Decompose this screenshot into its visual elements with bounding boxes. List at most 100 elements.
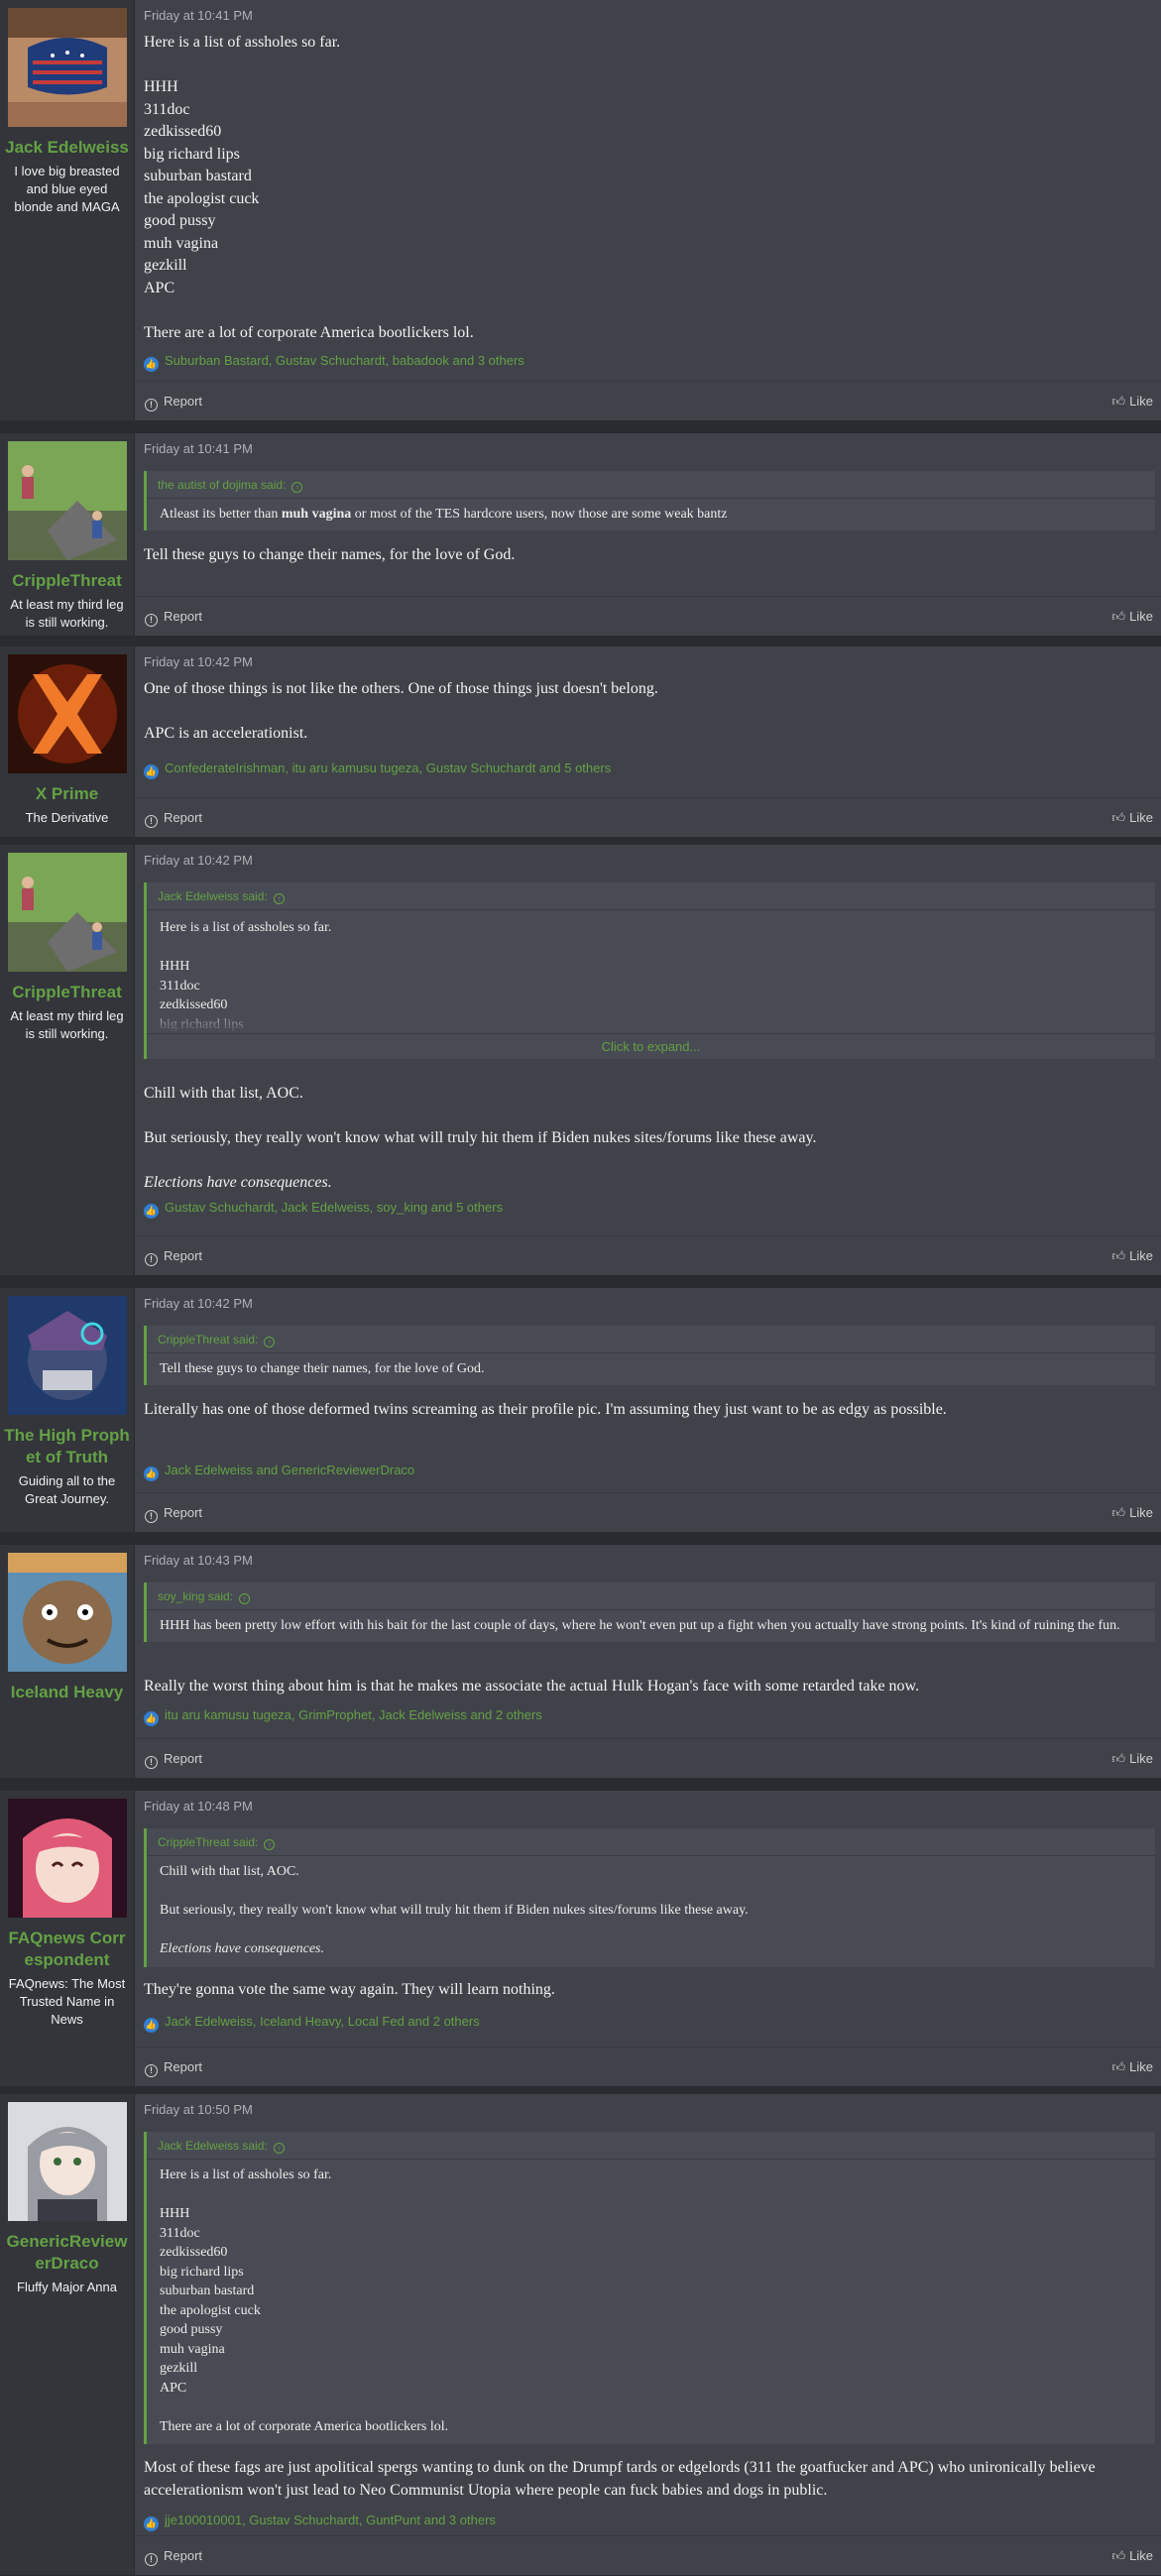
- content-line: muh vagina: [144, 234, 219, 252]
- avatar[interactable]: [7, 2102, 127, 2221]
- content-line: suburban bastard: [160, 2283, 255, 2298]
- content-line: There are a lot of corporate America boo…: [160, 2418, 449, 2434]
- post-date[interactable]: Friday at 10:48 PM: [144, 1799, 253, 1814]
- post: FAQnews Correspondent FAQnews: The Most …: [0, 1791, 1161, 2087]
- content-line: HHH: [160, 2206, 190, 2221]
- content-line: gezkill: [160, 2361, 198, 2376]
- post-main: Friday at 10:41 PM Here is a list of ass…: [135, 0, 1161, 420]
- report-button[interactable]: ! Report: [145, 2059, 202, 2077]
- report-button[interactable]: ! Report: [145, 1751, 202, 1769]
- content-line: Here is a list of assholes so far.: [160, 2167, 332, 2182]
- italic-text: Elections have consequences.: [160, 1941, 324, 1956]
- post-footer: ! Report 👍︎ Like: [135, 2047, 1161, 2086]
- post-content: Literally has one of those deformed twin…: [144, 1399, 1155, 1422]
- username[interactable]: CrippleThreat: [8, 982, 126, 1003]
- like-button[interactable]: 👍︎ Like: [1112, 394, 1153, 410]
- avatar[interactable]: [7, 8, 127, 127]
- reactions-text[interactable]: Jack Edelweiss, Iceland Heavy, Local Fed…: [165, 2014, 480, 2029]
- jump-to-post-icon[interactable]: ↑: [264, 1337, 276, 1347]
- thumbs-up-icon: 👍: [144, 357, 159, 372]
- post-date[interactable]: Friday at 10:41 PM: [144, 441, 253, 456]
- reactions-text[interactable]: jje100010001, Gustav Schuchardt, GuntPun…: [165, 2513, 496, 2527]
- report-button[interactable]: ! Report: [145, 394, 202, 411]
- post-date[interactable]: Friday at 10:42 PM: [144, 853, 253, 868]
- like-button[interactable]: 👍︎ Like: [1112, 2548, 1153, 2564]
- content-line: There are a lot of corporate America boo…: [144, 323, 474, 341]
- post-date[interactable]: Friday at 10:42 PM: [144, 1296, 253, 1311]
- quote-body: Tell these guys to change their names, f…: [147, 1353, 1155, 1385]
- jump-to-post-icon[interactable]: ↑: [273, 2143, 285, 2154]
- avatar[interactable]: [7, 1553, 127, 1672]
- reactions-bar[interactable]: 👍 Jack Edelweiss, Iceland Heavy, Local Fe…: [144, 2013, 480, 2033]
- like-icon: 👍︎: [1111, 2548, 1126, 2563]
- username[interactable]: X Prime: [32, 783, 102, 805]
- jump-to-post-icon[interactable]: ↑: [273, 893, 285, 904]
- post-date[interactable]: Friday at 10:42 PM: [144, 654, 253, 669]
- username[interactable]: CrippleThreat: [8, 570, 126, 592]
- reactions-bar[interactable]: 👍 ConfederateIrishman, itu aru kamusu tug…: [144, 760, 611, 779]
- quote-author[interactable]: CrippleThreat said: ↑: [147, 1828, 1155, 1856]
- reactions-bar[interactable]: 👍 jje100010001, Gustav Schuchardt, GuntPu…: [144, 2512, 496, 2531]
- quote-body: Here is a list of assholes so far. HHH 311…: [147, 910, 1155, 1033]
- flag-icon: !: [145, 614, 158, 627]
- quote-author[interactable]: soy_king said: ↑: [147, 1582, 1155, 1610]
- like-icon: 👍︎: [1111, 609, 1126, 624]
- content-line: 311doc: [160, 2225, 200, 2241]
- flag-icon: !: [145, 1253, 158, 1266]
- report-button[interactable]: ! Report: [145, 609, 202, 627]
- flag-icon: !: [145, 1510, 158, 1523]
- quote-author[interactable]: Jack Edelweiss said: ↑: [147, 882, 1155, 910]
- quote-author[interactable]: the autist of dojima said: ↑: [147, 471, 1155, 499]
- reactions-bar[interactable]: 👍 Gustav Schuchardt, Jack Edelweiss, soy_…: [144, 1199, 503, 1219]
- jump-to-post-icon[interactable]: ↑: [239, 1593, 251, 1604]
- username[interactable]: GenericReviewerDraco: [0, 2231, 134, 2275]
- report-button[interactable]: ! Report: [145, 1505, 202, 1523]
- username[interactable]: Jack Edelweiss: [1, 137, 133, 159]
- avatar[interactable]: [7, 853, 127, 972]
- report-button[interactable]: ! Report: [145, 2548, 202, 2566]
- content-line: [160, 2185, 1143, 2205]
- post-date[interactable]: Friday at 10:41 PM: [144, 8, 253, 23]
- username[interactable]: The High Prophet of Truth: [0, 1425, 134, 1468]
- post-content: Tell these guys to change their names, f…: [144, 544, 1155, 567]
- user-info: CrippleThreat At least my third leg is s…: [0, 433, 135, 636]
- post: CrippleThreat At least my third leg is s…: [0, 433, 1161, 637]
- content-line: Chill with that list, AOC.: [144, 1085, 303, 1102]
- avatar[interactable]: [7, 441, 127, 560]
- reactions-bar[interactable]: 👍 Suburban Bastard, Gustav Schuchardt, ba…: [144, 352, 524, 372]
- avatar[interactable]: [7, 1799, 127, 1918]
- post-date[interactable]: Friday at 10:50 PM: [144, 2102, 253, 2117]
- reactions-bar[interactable]: 👍 itu aru kamusu tugeza, GrimProphet, Jac…: [144, 1706, 542, 1726]
- content-line: big richard lips: [160, 2264, 244, 2280]
- content-line: zedkissed60: [144, 123, 222, 140]
- reactions-bar[interactable]: 👍 Jack Edelweiss and GenericReviewerDraco: [144, 1462, 414, 1481]
- jump-to-post-icon[interactable]: ↑: [291, 482, 303, 493]
- like-button[interactable]: 👍︎ Like: [1112, 609, 1153, 625]
- jump-to-post-icon[interactable]: ↑: [264, 1839, 276, 1850]
- post-date[interactable]: Friday at 10:43 PM: [144, 1553, 253, 1568]
- reactions-text[interactable]: Suburban Bastard, Gustav Schuchardt, bab…: [165, 353, 524, 368]
- content-line: HHH: [144, 78, 178, 95]
- like-button[interactable]: 👍︎ Like: [1112, 1505, 1153, 1521]
- reactions-text[interactable]: Gustav Schuchardt, Jack Edelweiss, soy_k…: [165, 1200, 503, 1215]
- quote-author[interactable]: Jack Edelweiss said: ↑: [147, 2132, 1155, 2160]
- like-button[interactable]: 👍︎ Like: [1112, 2059, 1153, 2075]
- username[interactable]: FAQnews Correspondent: [0, 1928, 134, 1971]
- user-info: CrippleThreat At least my third leg is s…: [0, 845, 135, 1275]
- username[interactable]: Iceland Heavy: [7, 1682, 127, 1703]
- reactions-text[interactable]: ConfederateIrishman, itu aru kamusu tuge…: [165, 761, 611, 775]
- report-button[interactable]: ! Report: [145, 810, 202, 828]
- quote-author[interactable]: CrippleThreat said: ↑: [147, 1326, 1155, 1353]
- content-line: APC: [160, 2380, 187, 2396]
- avatar[interactable]: [7, 1296, 127, 1415]
- avatar[interactable]: [7, 654, 127, 773]
- post-content: Here is a list of assholes so far. HHH 311…: [144, 32, 1155, 344]
- like-button[interactable]: 👍︎ Like: [1112, 1751, 1153, 1767]
- like-button[interactable]: 👍︎ Like: [1112, 810, 1153, 826]
- post-footer: ! Report 👍︎ Like: [135, 1738, 1161, 1778]
- expand-quote-link[interactable]: Click to expand...: [147, 1033, 1155, 1059]
- like-button[interactable]: 👍︎ Like: [1112, 1248, 1153, 1264]
- reactions-text[interactable]: Jack Edelweiss and GenericReviewerDraco: [165, 1463, 414, 1477]
- report-button[interactable]: ! Report: [145, 1248, 202, 1266]
- reactions-text[interactable]: itu aru kamusu tugeza, GrimProphet, Jack…: [165, 1707, 542, 1722]
